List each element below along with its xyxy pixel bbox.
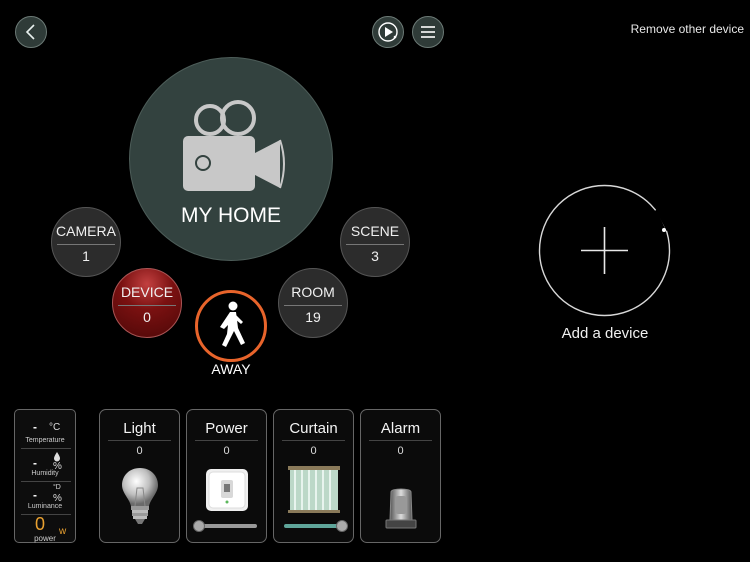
scene-divider (346, 244, 404, 245)
device-count: 0 (143, 309, 151, 325)
device-divider (118, 305, 176, 306)
device-button[interactable]: DEVICE 0 (112, 268, 182, 338)
menu-button[interactable] (412, 16, 444, 48)
alarm-card[interactable]: Alarm 0 (360, 409, 441, 543)
alarm-title: Alarm (380, 420, 421, 437)
camera-label: CAMERA (56, 223, 116, 239)
temperature-unit: °C (49, 422, 61, 433)
room-count: 19 (305, 309, 321, 325)
power-count: 0 (223, 445, 230, 457)
env-divider (21, 514, 71, 515)
add-device-label: Add a device (561, 325, 649, 342)
power-title: Power (205, 420, 248, 437)
away-label: AWAY (211, 361, 251, 377)
camera-divider (57, 244, 115, 245)
curtain-title: Curtain (289, 420, 338, 437)
environment-panel: - °C Temperature - % Humidity - °D % Lum… (14, 409, 76, 543)
luminance-label: Luminance (27, 503, 63, 510)
curtain-count: 0 (310, 445, 317, 457)
card-divider (369, 440, 432, 441)
power-socket-icon (206, 469, 248, 511)
power-slider[interactable] (193, 520, 261, 532)
env-divider (21, 448, 71, 449)
add-device-button[interactable] (538, 184, 671, 317)
chevron-left-icon (25, 24, 35, 40)
light-card[interactable]: Light 0 (99, 409, 180, 543)
my-home-button[interactable]: MY HOME (129, 57, 333, 261)
device-label: DEVICE (120, 284, 174, 300)
room-divider (284, 305, 342, 306)
play-button[interactable] (372, 16, 404, 48)
power-slider-track (197, 524, 257, 528)
room-button[interactable]: ROOM 19 (278, 268, 348, 338)
remove-other-device-link[interactable]: Remove other device (631, 22, 744, 36)
room-label: ROOM (291, 284, 335, 300)
camera-button[interactable]: CAMERA 1 (51, 207, 121, 277)
light-count: 0 (136, 445, 143, 457)
temperature-label: Temperature (25, 437, 65, 444)
away-button[interactable] (195, 290, 267, 362)
luminance-unit-top: °D (53, 484, 61, 491)
power-slider-thumb[interactable] (193, 520, 205, 532)
card-divider (195, 440, 258, 441)
card-divider (108, 440, 171, 441)
alarm-siren-icon (385, 488, 417, 529)
alarm-count: 0 (397, 445, 404, 457)
scene-button[interactable]: SCENE 3 (340, 207, 410, 277)
walking-person-icon (220, 301, 245, 347)
power-label: power (34, 534, 56, 543)
power-value: 0 (35, 514, 46, 534)
play-icon (378, 22, 398, 42)
light-bulb-icon (122, 468, 158, 524)
video-camera-icon (183, 100, 285, 191)
humidity-label: Humidity (31, 470, 59, 477)
humidity-value: - (33, 456, 37, 470)
curtain-card[interactable]: Curtain 0 (273, 409, 354, 543)
my-home-label: MY HOME (181, 204, 281, 227)
luminance-value: - (33, 488, 37, 502)
curtain-icon (288, 466, 340, 513)
camera-count: 1 (82, 248, 90, 264)
scene-label: SCENE (350, 223, 400, 239)
light-title: Light (123, 420, 156, 437)
env-divider (21, 481, 71, 482)
back-button[interactable] (15, 16, 47, 48)
plus-icon (538, 184, 671, 317)
scene-count: 3 (371, 248, 379, 264)
curtain-slider-track (284, 524, 344, 528)
power-card[interactable]: Power 0 (186, 409, 267, 543)
menu-icon (421, 26, 435, 38)
card-divider (282, 440, 345, 441)
curtain-slider-thumb[interactable] (336, 520, 348, 532)
temperature-value: - (33, 420, 37, 434)
curtain-slider[interactable] (280, 520, 348, 532)
